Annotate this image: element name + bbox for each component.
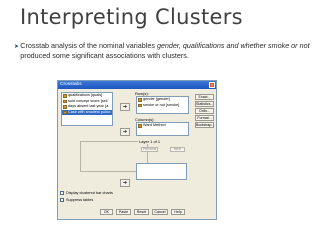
columns-list[interactable]: Ward Method bbox=[136, 122, 189, 136]
suppress-tables-checkbox[interactable] bbox=[60, 198, 64, 202]
bullet-text-italic: gender, qualifications and whether smoke… bbox=[156, 41, 310, 50]
cancel-button[interactable]: Cancel bbox=[152, 209, 168, 215]
bullet-text-part-1: Crosstab analysis of the nominal variabl… bbox=[20, 41, 157, 50]
nominal-variable-icon bbox=[63, 110, 67, 114]
suppress-tables-checkbox-row[interactable]: Suppress tables bbox=[60, 198, 93, 202]
format-button[interactable]: Format... bbox=[195, 115, 214, 121]
next-layer-button[interactable]: Next bbox=[170, 147, 185, 152]
rows-item[interactable]: smoke or not [smoke] bbox=[137, 103, 188, 109]
rows-list[interactable]: gender [gender] smoke or not [smoke] bbox=[136, 96, 189, 114]
bullet-text-part-2: produced some significant associations w… bbox=[20, 51, 189, 60]
clustered-bar-checkbox-row[interactable]: Display clustered bar charts bbox=[60, 191, 113, 195]
source-variable-item-selected[interactable]: Case with smallest pullco bbox=[62, 109, 112, 115]
cells-button[interactable]: Cells... bbox=[195, 108, 214, 114]
reset-button[interactable]: Reset bbox=[134, 209, 149, 215]
move-to-layer-arrow-icon[interactable]: ➔ bbox=[120, 179, 130, 187]
variable-label: Case with smallest pullco bbox=[68, 109, 111, 114]
dialog-titlebar: Crosstabs × bbox=[58, 81, 216, 89]
bullet-point: ➤ Crosstab analysis of the nominal varia… bbox=[14, 41, 310, 61]
bullet-text: Crosstab analysis of the nominal variabl… bbox=[20, 41, 310, 61]
dialog-title: Crosstabs bbox=[60, 82, 82, 87]
clustered-bar-checkbox[interactable] bbox=[60, 191, 64, 195]
paste-button[interactable]: Paste bbox=[116, 209, 131, 215]
slide-title: Interpreting Clusters bbox=[20, 5, 243, 29]
move-to-rows-arrow-icon[interactable]: ➔ bbox=[120, 103, 130, 111]
scale-variable-icon bbox=[63, 105, 67, 109]
suppress-tables-checkbox-label: Suppress tables bbox=[66, 198, 94, 202]
layer-list[interactable] bbox=[136, 163, 187, 180]
previous-layer-button[interactable]: Previous bbox=[141, 147, 158, 152]
columns-item[interactable]: Ward Method bbox=[137, 123, 188, 129]
clustered-bar-checkbox-label: Display clustered bar charts bbox=[66, 191, 113, 195]
bootstrap-button[interactable]: Bootstrap... bbox=[195, 122, 214, 128]
ok-button[interactable]: OK bbox=[100, 209, 113, 215]
nominal-variable-icon bbox=[138, 98, 142, 102]
variable-label: Ward Method bbox=[143, 123, 166, 127]
exact-button[interactable]: Exact... bbox=[195, 94, 214, 100]
close-icon[interactable]: × bbox=[209, 82, 215, 88]
scale-variable-icon bbox=[63, 99, 67, 103]
statistics-button[interactable]: Statistics... bbox=[195, 101, 214, 107]
nominal-variable-icon bbox=[138, 124, 142, 128]
nominal-variable-icon bbox=[138, 103, 142, 107]
source-variable-list[interactable]: qualifications [quals] sold concept scor… bbox=[61, 92, 113, 126]
help-button[interactable]: Help bbox=[171, 209, 185, 215]
crosstabs-dialog: Crosstabs × qualifications [quals] sold … bbox=[57, 80, 217, 220]
move-to-columns-arrow-icon[interactable]: ➔ bbox=[120, 128, 130, 136]
variable-label: smoke or not [smoke] bbox=[143, 102, 180, 107]
nominal-variable-icon bbox=[63, 94, 67, 98]
layer-label: Layer 1 of 1 bbox=[138, 139, 162, 144]
